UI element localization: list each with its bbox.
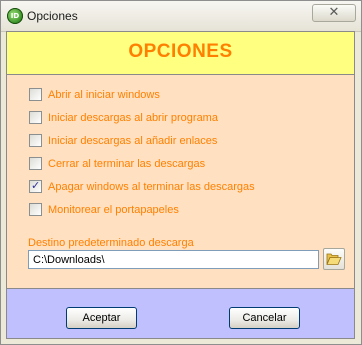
option-label: Cerrar al terminar las descargas bbox=[48, 158, 206, 170]
header-panel: OPCIONES bbox=[6, 31, 355, 75]
close-button[interactable]: ✕ bbox=[312, 4, 356, 22]
destination-path-input[interactable] bbox=[28, 250, 319, 269]
checkbox[interactable] bbox=[29, 88, 42, 101]
options-panel: Abrir al iniciar windows Iniciar descarg… bbox=[6, 75, 355, 288]
checkmark-icon: ✓ bbox=[31, 179, 41, 192]
checkbox[interactable]: ✓ bbox=[29, 179, 42, 193]
folder-open-icon bbox=[326, 253, 342, 265]
option-label: Apagar windows al terminar las descargas bbox=[48, 181, 255, 193]
checkbox[interactable] bbox=[29, 134, 42, 147]
options-dialog: ID Opciones ✕ OPCIONES Abrir al iniciar … bbox=[0, 0, 362, 345]
checkbox[interactable] bbox=[29, 157, 42, 170]
page-title: OPCIONES bbox=[128, 41, 233, 62]
footer-panel: Aceptar Cancelar bbox=[6, 288, 355, 339]
browse-folder-button[interactable] bbox=[323, 248, 345, 270]
option-label: Abrir al iniciar windows bbox=[48, 89, 160, 101]
destination-label: Destino predeterminado descarga bbox=[28, 237, 194, 249]
checkbox[interactable] bbox=[29, 203, 42, 216]
accept-button[interactable]: Aceptar bbox=[66, 307, 137, 329]
option-label: Iniciar descargas al abrir programa bbox=[48, 112, 218, 124]
close-icon: ✕ bbox=[328, 5, 340, 20]
title-bar[interactable]: ID Opciones ✕ bbox=[1, 1, 361, 32]
window-title: Opciones bbox=[27, 9, 78, 23]
option-label: Iniciar descargas al añadir enlaces bbox=[48, 135, 218, 147]
cancel-button[interactable]: Cancelar bbox=[229, 307, 300, 329]
app-logo-icon: ID bbox=[7, 8, 23, 24]
option-label: Monitorear el portapapeles bbox=[48, 204, 179, 216]
checkbox[interactable] bbox=[29, 111, 42, 124]
